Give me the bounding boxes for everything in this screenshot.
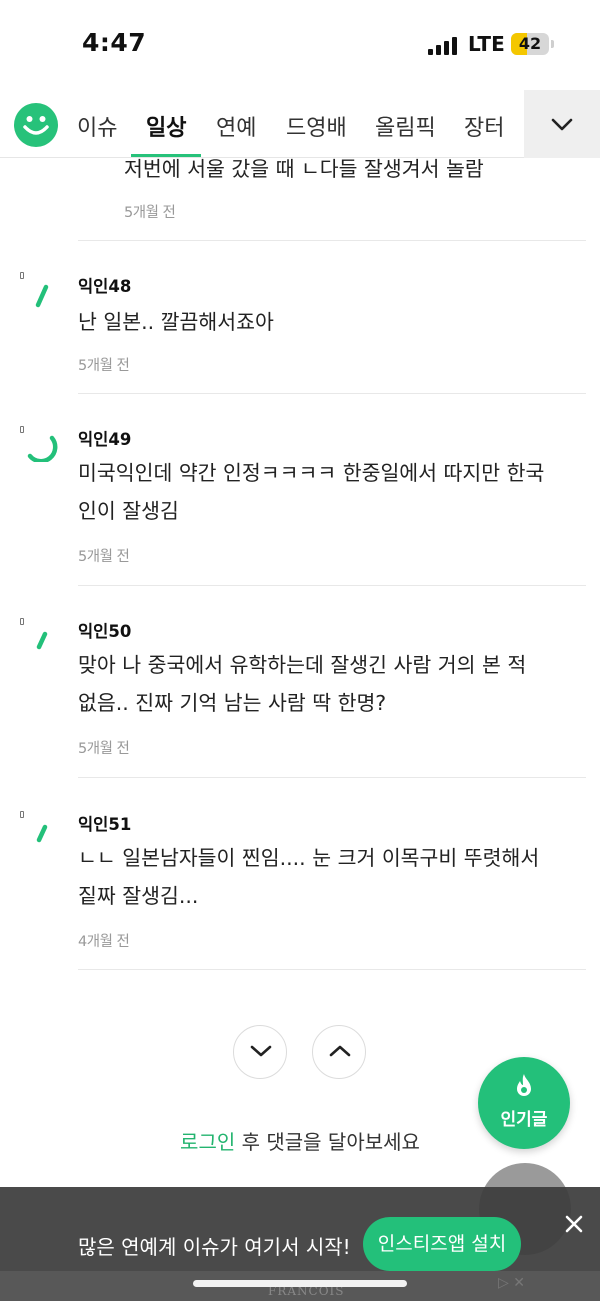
login-prompt: 로그인 후 댓글을 달아보세요 xyxy=(0,1126,600,1155)
tab-entertainment[interactable]: 연예 xyxy=(216,110,256,142)
divider xyxy=(78,393,586,394)
more-categories-button[interactable] xyxy=(524,90,600,158)
battery-level: 42 xyxy=(518,34,542,53)
battery-cap xyxy=(551,40,554,48)
status-time: 4:47 xyxy=(82,28,147,57)
tab-olympics[interactable]: 올림픽 xyxy=(375,110,436,142)
loading-spinner-icon xyxy=(35,284,49,308)
comment-time: 5개월 전 xyxy=(78,549,130,565)
signal-icon xyxy=(428,37,458,55)
divider xyxy=(78,585,586,586)
divider xyxy=(78,969,586,970)
loading-spinner-icon xyxy=(36,824,48,843)
scroll-down-button[interactable] xyxy=(233,1025,287,1079)
chevron-up-icon xyxy=(329,1045,351,1057)
home-indicator xyxy=(193,1280,407,1287)
tab-daily[interactable]: 일상 xyxy=(146,110,186,142)
smile-logo-icon[interactable] xyxy=(14,103,58,147)
tab-drama-movie[interactable]: 드영배 xyxy=(286,110,347,142)
comment-text: 난 일본.. 깔끔해서죠아 xyxy=(78,310,274,334)
partial-comment-text: 저번에 서울 갔을 때 ㄴ다들 잘생겨서 놀람 xyxy=(124,157,484,181)
chevron-down-icon xyxy=(250,1045,272,1057)
comment-author[interactable]: 익인50 xyxy=(78,618,131,642)
comment-time: 4개월 전 xyxy=(78,934,130,950)
divider xyxy=(78,240,586,241)
install-app-button[interactable]: 인스티즈앱 설치 xyxy=(363,1217,521,1271)
comment-author[interactable]: 익인51 xyxy=(78,811,131,835)
close-icon[interactable] xyxy=(563,1213,585,1235)
login-link[interactable]: 로그인 xyxy=(180,1130,235,1154)
partial-comment-time: 5개월 전 xyxy=(124,205,176,221)
tab-issue[interactable]: 이슈 xyxy=(77,110,117,142)
comment-text: ㄴㄴ 일본남자들이 찐임.... 눈 크거 이목구비 뚜렷해서 짙짜 잘생김..… xyxy=(78,846,540,908)
loading-spinner-icon xyxy=(27,435,58,462)
comment-author[interactable]: 익인48 xyxy=(78,273,131,297)
category-nav: 이슈 일상 연예 드영배 올림픽 장터 xyxy=(0,90,600,158)
scroll-up-button[interactable] xyxy=(312,1025,366,1079)
flame-icon xyxy=(517,1074,531,1096)
divider xyxy=(78,777,586,778)
comment-time: 5개월 전 xyxy=(78,358,130,374)
battery-icon: 42 xyxy=(511,33,549,55)
network-label: LTE xyxy=(468,32,505,56)
comment-text: 맞아 나 중국에서 유학하는데 잘생긴 사람 거의 본 적 없음.. 진짜 기억… xyxy=(78,653,527,715)
status-bar: 4:47 LTE 42 xyxy=(0,0,600,90)
ad-choices-icon[interactable]: ▷ ✕ xyxy=(498,1275,525,1291)
comment-author[interactable]: 익인49 xyxy=(78,426,131,450)
comment-time: 5개월 전 xyxy=(78,741,130,757)
tab-market[interactable]: 장터 xyxy=(464,110,504,142)
banner-text: 많은 연예계 이슈가 여기서 시작! xyxy=(78,1235,351,1259)
chevron-down-icon xyxy=(551,118,573,131)
login-prompt-text: 후 댓글을 달아보세요 xyxy=(235,1130,420,1154)
loading-spinner-icon xyxy=(36,631,48,650)
comment-text: 미국익인데 약간 인정ㅋㅋㅋㅋ 한중일에서 따지만 한국 인이 잘생김 xyxy=(78,461,545,523)
